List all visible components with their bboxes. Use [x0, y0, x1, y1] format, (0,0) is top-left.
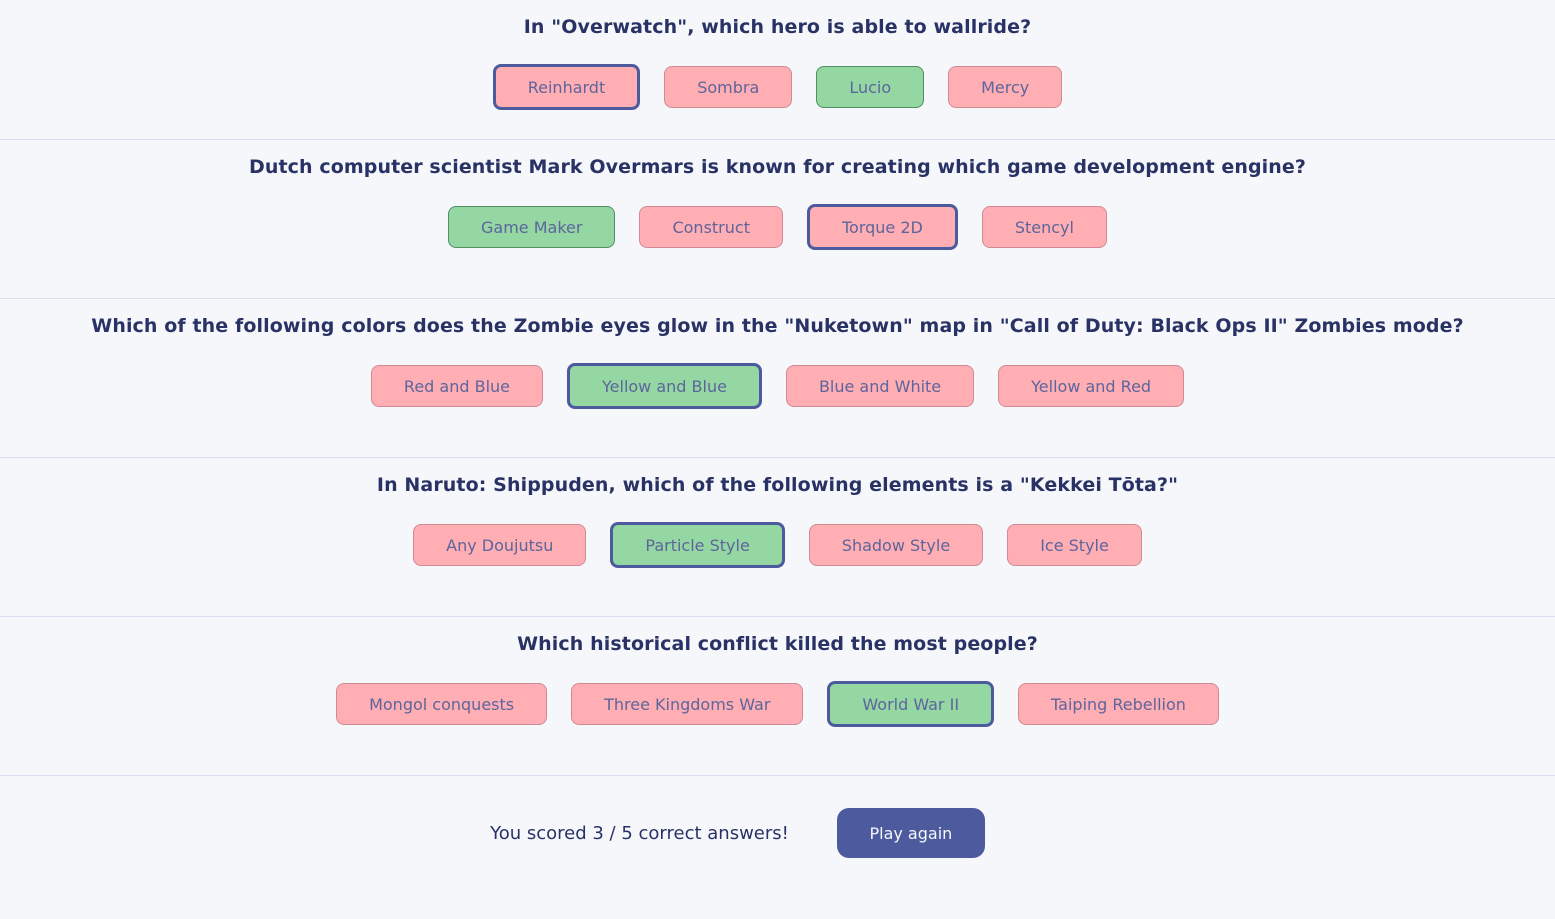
answer-option-lucio[interactable]: Lucio	[816, 66, 925, 108]
answer-option-any-doujutsu[interactable]: Any Doujutsu	[413, 524, 587, 566]
question-text: Which historical conflict killed the mos…	[517, 633, 1038, 655]
question-text: Dutch computer scientist Mark Overmars i…	[248, 156, 1307, 178]
answer-option-ice-style[interactable]: Ice Style	[1007, 524, 1142, 566]
answer-option-sombra[interactable]: Sombra	[664, 66, 793, 108]
answer-option-red-and-blue[interactable]: Red and Blue	[370, 365, 543, 407]
answer-option-reinhardt[interactable]: Reinhardt	[492, 64, 641, 110]
question-text: In Naruto: Shippuden, which of the follo…	[376, 474, 1179, 496]
answer-option-mongol-conquests[interactable]: Mongol conquests	[336, 683, 548, 725]
answer-option-yellow-and-red[interactable]: Yellow and Red	[998, 365, 1185, 407]
results-footer: You scored 3 / 5 correct answers! Play a…	[0, 776, 1555, 858]
answer-list: Red and Blue Yellow and Blue Blue and Wh…	[0, 363, 1555, 409]
answer-option-yellow-and-blue[interactable]: Yellow and Blue	[567, 363, 762, 409]
answer-list: Game Maker Construct Torque 2D Stencyl	[0, 204, 1555, 250]
answer-list: Any Doujutsu Particle Style Shadow Style…	[0, 522, 1555, 568]
answer-option-game-maker[interactable]: Game Maker	[448, 206, 616, 248]
answer-option-stencyl[interactable]: Stencyl	[981, 206, 1107, 248]
question-block-2: Dutch computer scientist Mark Overmars i…	[0, 140, 1555, 299]
score-text: You scored 3 / 5 correct answers!	[490, 822, 789, 844]
play-again-button[interactable]: Play again	[836, 808, 985, 858]
answer-list: Reinhardt Sombra Lucio Mercy	[0, 64, 1555, 110]
question-block-3: Which of the following colors does the Z…	[0, 299, 1555, 458]
answer-option-taiping-rebellion[interactable]: Taiping Rebellion	[1018, 683, 1219, 725]
answer-option-mercy[interactable]: Mercy	[948, 66, 1063, 108]
answer-option-construct[interactable]: Construct	[639, 206, 783, 248]
question-text: In "Overwatch", which hero is able to wa…	[523, 16, 1032, 38]
answer-option-blue-and-white[interactable]: Blue and White	[785, 365, 975, 407]
question-block-1: In "Overwatch", which hero is able to wa…	[0, 0, 1555, 140]
question-text: Which of the following colors does the Z…	[91, 315, 1464, 337]
answer-option-three-kingdoms-war[interactable]: Three Kingdoms War	[571, 683, 804, 725]
quiz-results: In "Overwatch", which hero is able to wa…	[0, 0, 1555, 919]
answer-option-world-war-ii[interactable]: World War II	[827, 681, 995, 727]
answer-option-torque-2d[interactable]: Torque 2D	[806, 204, 958, 250]
answer-option-shadow-style[interactable]: Shadow Style	[808, 524, 984, 566]
question-block-4: In Naruto: Shippuden, which of the follo…	[0, 458, 1555, 617]
question-block-5: Which historical conflict killed the mos…	[0, 617, 1555, 776]
answer-list: Mongol conquests Three Kingdoms War Worl…	[0, 681, 1555, 727]
answer-option-particle-style[interactable]: Particle Style	[610, 522, 785, 568]
